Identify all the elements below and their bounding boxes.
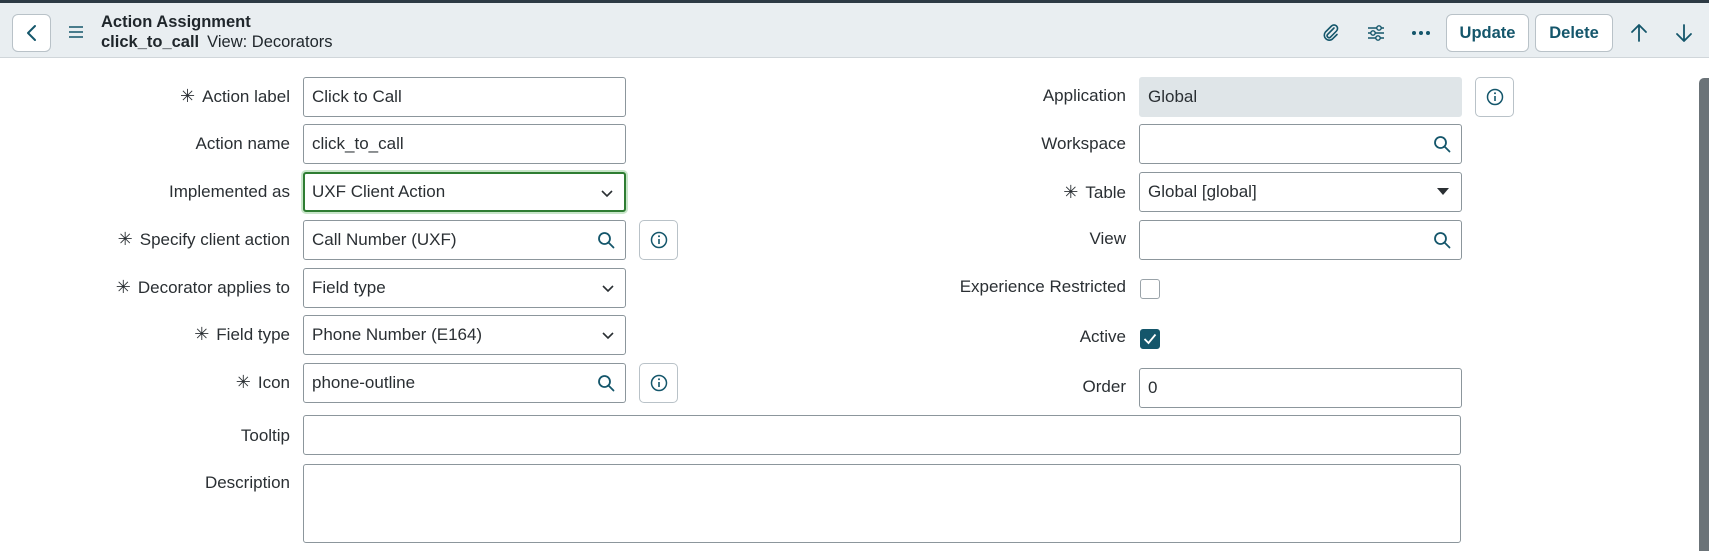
arrow-up-icon[interactable] <box>1628 22 1650 44</box>
more-options-icon[interactable] <box>1410 22 1432 44</box>
action-name-input[interactable]: click_to_call <box>303 124 626 164</box>
view-lookup-button[interactable] <box>1422 220 1462 260</box>
icon-label: ✳ Icon <box>235 372 290 392</box>
record-name: click_to_call <box>101 33 200 51</box>
action-label-input[interactable]: Click to Call <box>303 77 626 117</box>
field-type-label: ✳ Field type <box>194 324 290 344</box>
info-icon <box>1486 88 1503 106</box>
decorator-applies-to-label: ✳ Decorator applies to <box>115 277 290 297</box>
client-action-info-button[interactable] <box>639 220 678 260</box>
application-info-button[interactable] <box>1475 77 1514 117</box>
search-icon <box>1433 232 1450 249</box>
required-marker: ✳ <box>180 86 196 106</box>
view-input[interactable] <box>1139 220 1423 260</box>
chevron-down-icon <box>602 285 614 293</box>
decorator-applies-to-select[interactable]: Field type <box>303 268 626 308</box>
specify-client-action-label: ✳ Specify client action <box>117 229 290 249</box>
hamburger-menu-icon[interactable] <box>67 23 85 41</box>
table-label: ✳ Table <box>1063 182 1126 202</box>
workspace-label: Workspace <box>1041 134 1126 153</box>
tooltip-label: Tooltip <box>240 426 290 445</box>
info-icon <box>650 231 667 249</box>
record-subtitle: click_to_call View: Decorators <box>101 32 333 52</box>
page-title: Action Assignment <box>101 13 251 31</box>
active-label: Active <box>1079 327 1126 346</box>
view-name: View: Decorators <box>207 33 333 51</box>
back-icon <box>26 25 36 41</box>
implemented-as-label: Implemented as <box>169 182 290 201</box>
order-label: Order <box>1082 377 1126 396</box>
action-name-label: Action name <box>195 134 291 153</box>
implemented-as-select[interactable]: UXF Client Action <box>303 172 626 212</box>
workspace-lookup-button[interactable] <box>1422 124 1462 164</box>
info-icon <box>650 374 667 392</box>
workspace-input[interactable] <box>1139 124 1423 164</box>
search-icon <box>597 375 614 392</box>
form-header: Action Assignment click_to_call View: Dec… <box>0 3 1709 58</box>
update-button[interactable]: Update <box>1446 14 1529 52</box>
back-button[interactable] <box>12 14 51 52</box>
experience-restricted-checkbox[interactable] <box>1140 279 1160 299</box>
action-label-label: ✳ Action label <box>180 86 290 106</box>
client-action-lookup-button[interactable] <box>586 220 626 260</box>
application-field: Global <box>1139 77 1462 117</box>
page-scrollbar[interactable] <box>1699 78 1709 551</box>
application-label: Application <box>1042 86 1126 105</box>
header-title-block: Action Assignment click_to_call View: Dec… <box>101 12 333 52</box>
checkmark-icon <box>1143 333 1157 345</box>
icon-input[interactable]: phone-outline <box>303 363 587 403</box>
search-icon <box>1433 136 1450 153</box>
description-textarea[interactable] <box>303 464 1461 543</box>
delete-button[interactable]: Delete <box>1535 14 1613 52</box>
tooltip-input[interactable] <box>303 415 1461 455</box>
implemented-as-value: UXF Client Action <box>312 182 446 201</box>
icon-lookup-button[interactable] <box>586 363 626 403</box>
order-input[interactable]: 0 <box>1139 368 1462 408</box>
chevron-down-icon <box>602 332 614 340</box>
description-label: Description <box>204 473 290 492</box>
view-label: View <box>1089 229 1126 248</box>
table-select[interactable]: Global [global] <box>1139 172 1462 212</box>
sliders-icon[interactable] <box>1365 22 1387 44</box>
caret-down-icon <box>1437 188 1449 195</box>
experience-restricted-label: Experience Restricted <box>959 277 1126 296</box>
chevron-down-icon <box>601 190 613 198</box>
specify-client-action-input[interactable]: Call Number (UXF) <box>303 220 587 260</box>
paperclip-icon[interactable] <box>1320 22 1342 44</box>
arrow-down-icon[interactable] <box>1673 22 1695 44</box>
search-icon <box>597 232 614 249</box>
field-type-select[interactable]: Phone Number (E164) <box>303 315 626 355</box>
icon-info-button[interactable] <box>639 363 678 403</box>
active-checkbox[interactable] <box>1140 329 1160 349</box>
